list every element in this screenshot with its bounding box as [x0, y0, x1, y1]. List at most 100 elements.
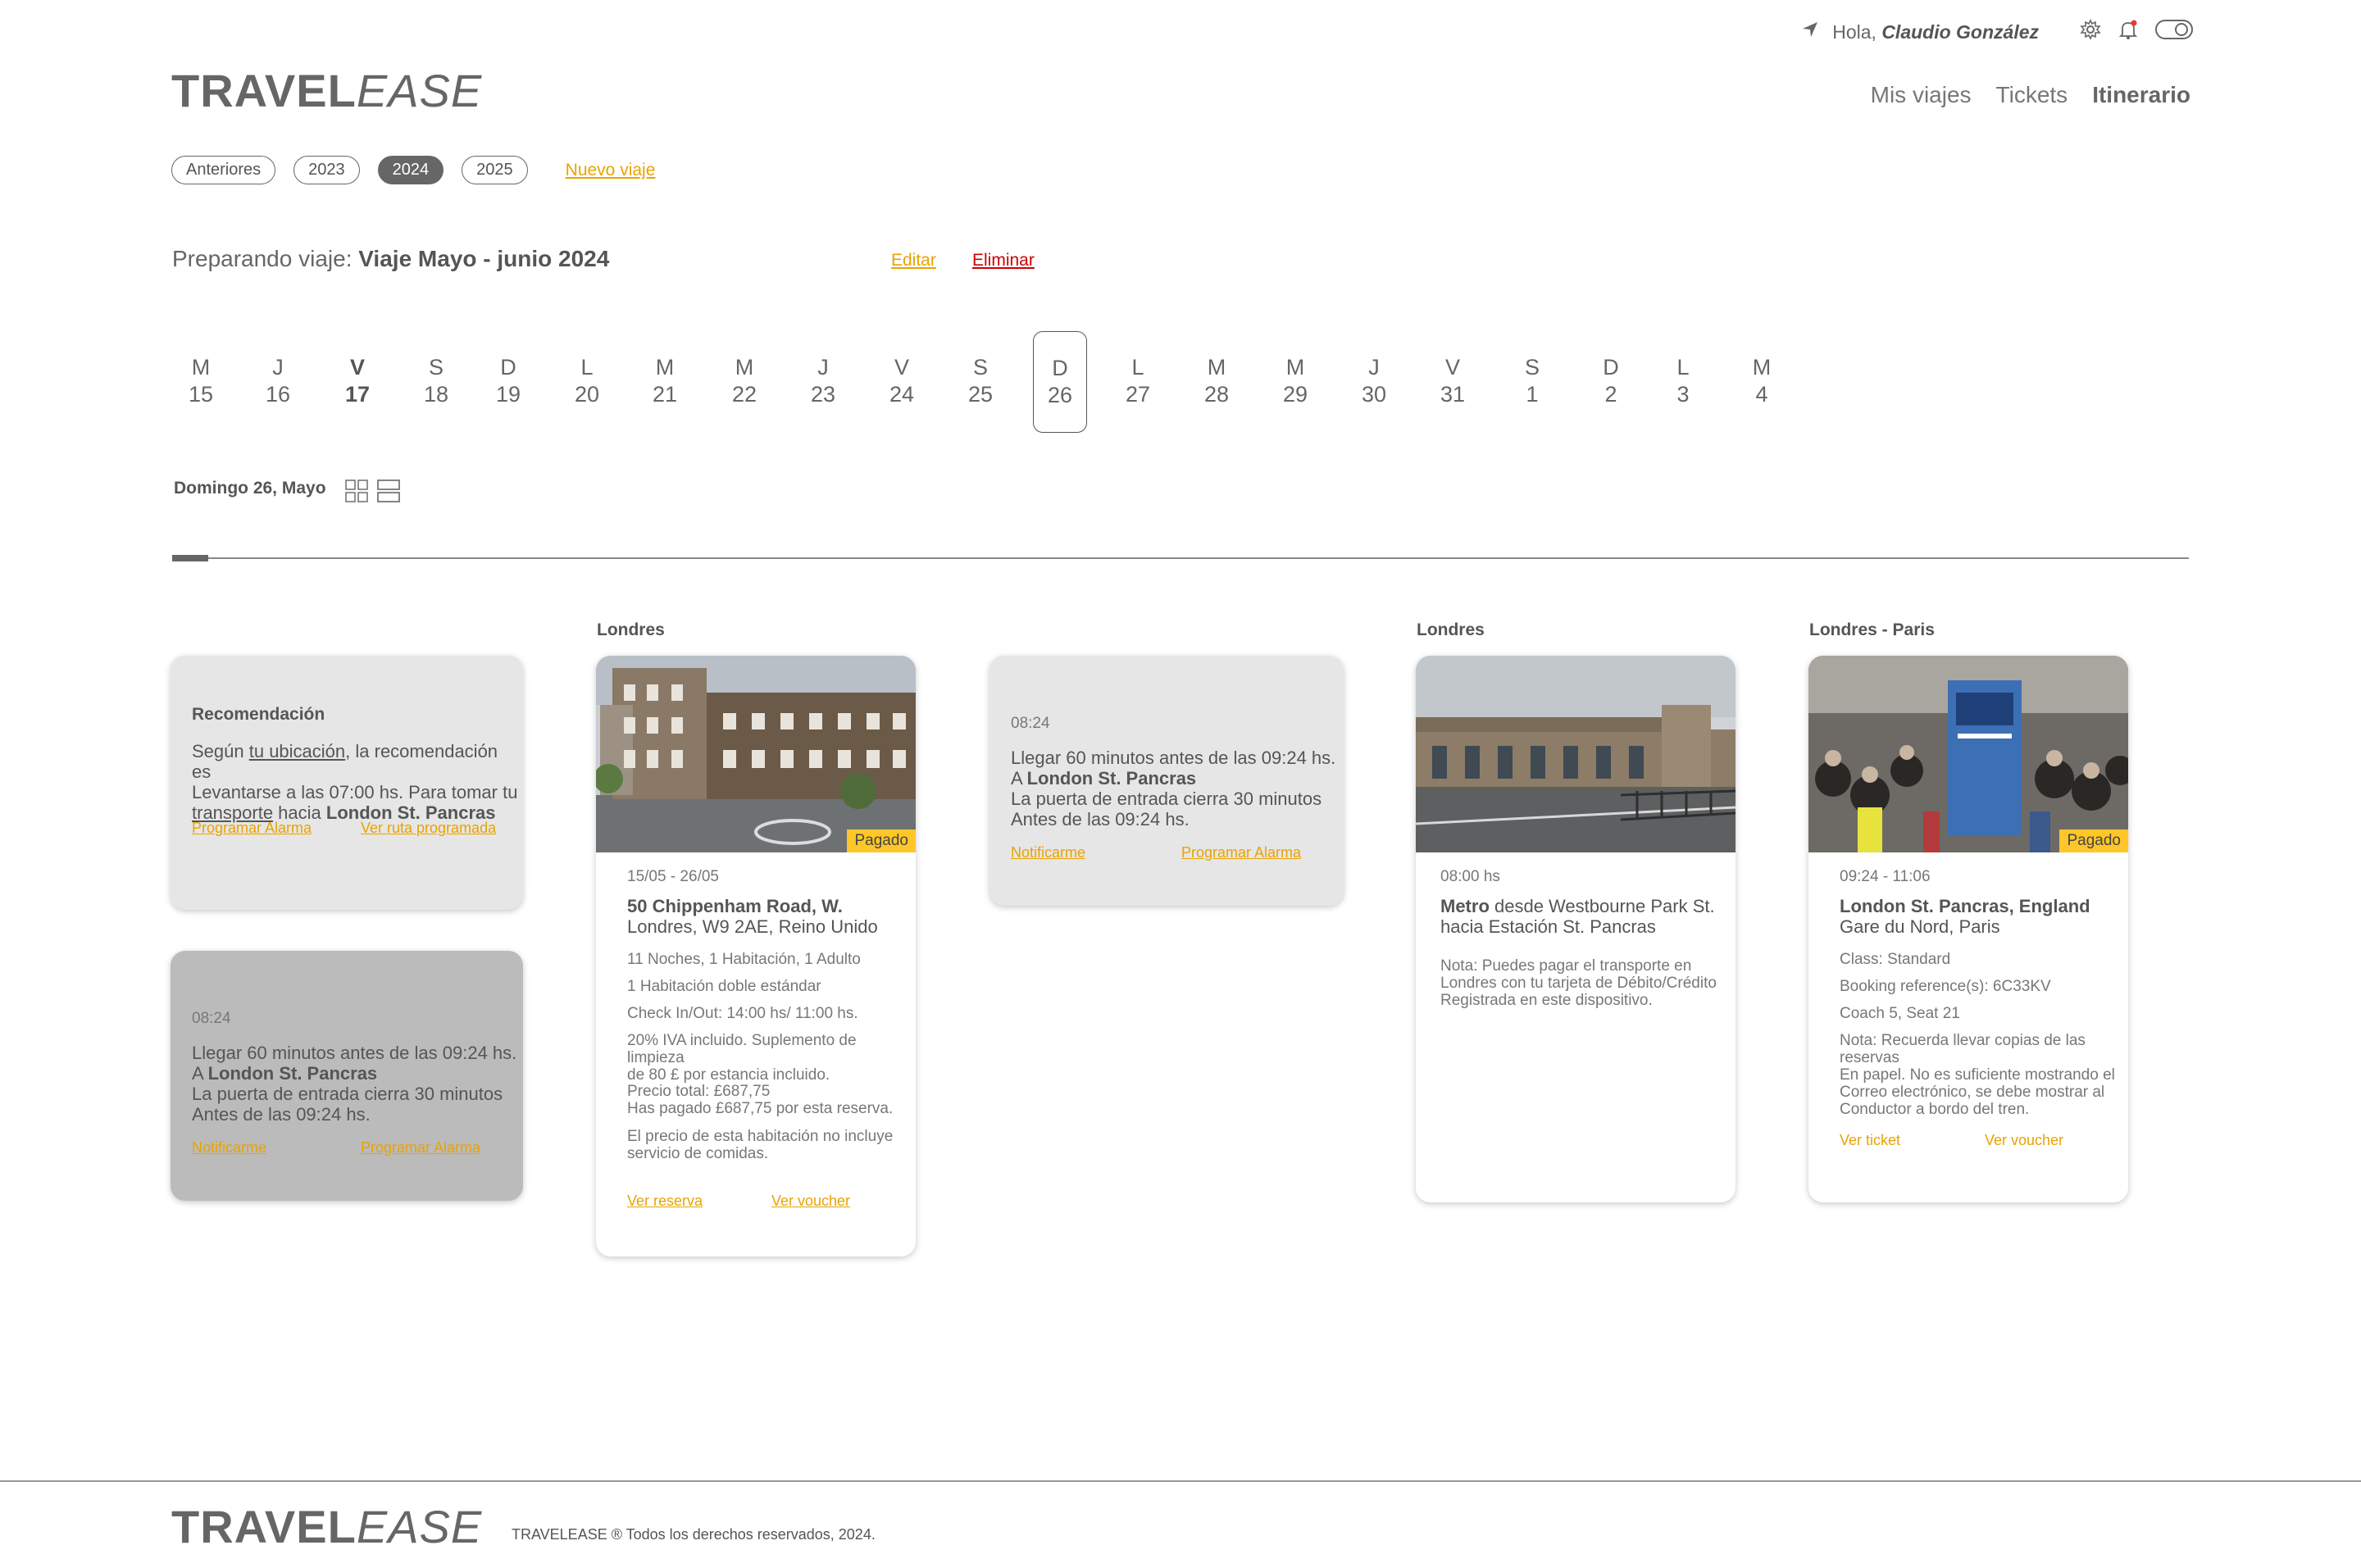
list-view-icon[interactable]: [377, 479, 400, 507]
day-30[interactable]: J 30: [1347, 331, 1401, 433]
year-pill-2024[interactable]: 2024: [377, 156, 444, 184]
day-number: 19: [495, 382, 521, 407]
alarm-line: Antes de las 09:24 hs.: [192, 1104, 371, 1125]
day-31[interactable]: V 31: [1426, 331, 1480, 433]
year-pill-anteriores[interactable]: Anteriores: [171, 156, 276, 184]
day-number: 21: [652, 382, 678, 407]
day-20[interactable]: L 20: [560, 331, 614, 433]
hotel-dates: 15/05 - 26/05: [627, 868, 719, 885]
view-route-link[interactable]: Ver ruta programada: [361, 820, 496, 837]
year-filter: Anteriores 2023 2024 2025 Nuevo viaje: [171, 156, 655, 184]
metro-origin: desde Westbourne Park St.: [1489, 896, 1715, 916]
day-16[interactable]: J 16: [251, 331, 305, 433]
metro-label: Metro: [1440, 896, 1490, 916]
trip-title: Preparando viaje: Viaje Mayo - junio 202…: [172, 246, 609, 272]
day-24[interactable]: V 24: [875, 331, 929, 433]
brand-logo[interactable]: TRAVELEASE: [171, 64, 482, 117]
metro-card[interactable]: 08:00 hs Metro desde Westbourne Park St.…: [1416, 656, 1735, 1202]
train-card[interactable]: Pagado 09:24 - 11:06 London St. Pancras,…: [1808, 656, 2128, 1202]
hotel-price-paid: Has pagado £687,75 por esta reserva.: [627, 1100, 894, 1117]
day-letter: J: [1368, 355, 1380, 380]
day-letter: S: [972, 355, 988, 380]
day-letter: D: [1052, 356, 1068, 380]
train-note-line: En papel. No es suficiente mostrando el: [1840, 1066, 2115, 1084]
day-letter: L: [1676, 355, 1690, 380]
alarm-destination: London St. Pancras: [207, 1063, 378, 1084]
day-letter: D: [1603, 355, 1619, 380]
day-25[interactable]: S 25: [953, 331, 1008, 433]
alarm-line: Antes de las 09:24 hs.: [1011, 809, 1190, 829]
day-26[interactable]: D 26: [1033, 331, 1087, 433]
day-21[interactable]: M 21: [638, 331, 692, 433]
nav-tickets[interactable]: Tickets: [1996, 82, 2068, 108]
year-pill-2023[interactable]: 2023: [293, 156, 360, 184]
notify-me-link[interactable]: Notificarme: [1011, 844, 1085, 861]
delete-trip-link[interactable]: Eliminar: [972, 251, 1035, 270]
day-17[interactable]: V 17: [330, 331, 384, 433]
main-nav: Mis viajes Tickets Itinerario: [1871, 82, 2190, 108]
nav-mis-viajes[interactable]: Mis viajes: [1871, 82, 1972, 108]
new-trip-link[interactable]: Nuevo viaje: [566, 161, 656, 180]
day-15[interactable]: M 15: [174, 331, 228, 433]
day-letter: J: [817, 355, 829, 380]
grid-view-icon[interactable]: [345, 479, 368, 507]
day-18[interactable]: S 18: [409, 331, 463, 433]
metro-route: Metro desde Westbourne Park St. hacia Es…: [1440, 896, 1727, 937]
user-name[interactable]: Claudio González: [1881, 21, 2039, 43]
day-letter: M: [655, 355, 675, 380]
day-1[interactable]: S1: [1505, 331, 1559, 433]
hotel-detail: Check In/Out: 14:00 hs/ 11:00 hs.: [627, 1005, 858, 1022]
train-note-line: Nota: Recuerda llevar copias de las rese…: [1840, 1032, 2086, 1066]
day-29[interactable]: M 29: [1268, 331, 1322, 433]
rec-text-part: Según: [192, 741, 249, 761]
day-22[interactable]: M 22: [717, 331, 771, 433]
alarm-line: La puerta de entrada cierra 30 minutos: [192, 1084, 503, 1104]
day-2[interactable]: D2: [1584, 331, 1638, 433]
day-27[interactable]: L 27: [1111, 331, 1165, 433]
nav-itinerario[interactable]: Itinerario: [2092, 82, 2190, 108]
day-letter: M: [191, 355, 211, 380]
day-letter: M: [1285, 355, 1305, 380]
day-letter: S: [1524, 355, 1540, 380]
metro-note-line: Nota: Puedes pagar el transporte en: [1440, 957, 1692, 975]
view-voucher-link[interactable]: Ver voucher: [771, 1193, 850, 1210]
bell-icon[interactable]: [2118, 19, 2139, 45]
section-divider: [172, 557, 2189, 559]
recommendation-title: Recomendación: [192, 705, 325, 724]
metro-note-line: Londres con tu tarjeta de Débito/Crédito: [1440, 975, 1717, 992]
year-pill-2025[interactable]: 2025: [462, 156, 528, 184]
alarm-text: Llegar 60 minutos antes de las 09:24 hs.…: [1011, 748, 1339, 829]
day-28[interactable]: M 28: [1190, 331, 1244, 433]
hotel-detail: 1 Habitación doble estándar: [627, 978, 821, 995]
day-letter: M: [735, 355, 754, 380]
hotel-note-line: servicio de comidas.: [627, 1145, 769, 1162]
day-number: 22: [731, 382, 757, 407]
alarm-line-part: A: [1011, 768, 1027, 789]
view-reservation-link[interactable]: Ver reserva: [627, 1193, 703, 1210]
day-4[interactable]: M4: [1735, 331, 1789, 433]
your-location-link[interactable]: tu ubicación: [249, 741, 345, 761]
hotel-card[interactable]: Pagado 15/05 - 26/05 50 Chippenham Road,…: [596, 656, 916, 1257]
footer-logo[interactable]: TRAVELEASE: [171, 1500, 482, 1553]
location-arrow-icon[interactable]: [1801, 20, 1819, 43]
program-alarm-link[interactable]: Programar Alarma: [192, 820, 312, 837]
day-letter: D: [500, 355, 516, 380]
program-alarm-link[interactable]: Programar Alarma: [1181, 844, 1301, 861]
gear-icon[interactable]: [2080, 19, 2101, 45]
train-route: London St. Pancras, England Gare du Nord…: [1840, 896, 2127, 937]
toggle-icon[interactable]: [2155, 20, 2193, 44]
day-3[interactable]: L3: [1656, 331, 1710, 433]
train-note-line: Conductor a bordo del tren.: [1840, 1101, 2030, 1118]
program-alarm-link[interactable]: Programar Alarma: [361, 1139, 480, 1157]
train-time: 09:24 - 11:06: [1840, 868, 1931, 885]
greeting-text: Hola,: [1832, 20, 1877, 43]
divider-scroll-marker[interactable]: [172, 555, 208, 561]
day-23[interactable]: J 23: [796, 331, 850, 433]
day-number: 26: [1047, 383, 1073, 407]
day-letter: L: [1131, 355, 1144, 380]
view-voucher-link[interactable]: Ver voucher: [1985, 1132, 2063, 1149]
day-19[interactable]: D 19: [481, 331, 535, 433]
view-ticket-link[interactable]: Ver ticket: [1840, 1132, 1900, 1149]
edit-trip-link[interactable]: Editar: [891, 251, 936, 270]
notify-me-link[interactable]: Notificarme: [192, 1139, 266, 1157]
